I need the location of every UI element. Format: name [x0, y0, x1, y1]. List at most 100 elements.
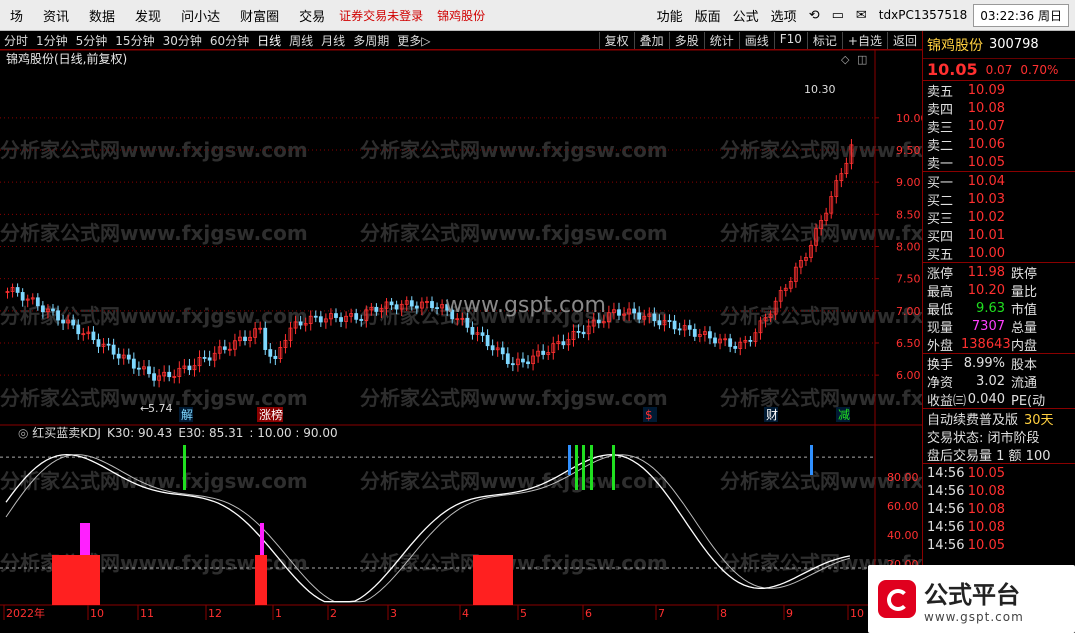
- candle-body: [748, 340, 753, 342]
- mail-icon[interactable]: ✉: [850, 8, 873, 23]
- row-value: 138643: [961, 336, 1011, 352]
- tab-monthly[interactable]: 月线: [317, 32, 349, 49]
- candle-body: [465, 317, 470, 328]
- restore-window-icon[interactable]: ◫: [857, 53, 867, 66]
- statistics-button[interactable]: 统计: [703, 31, 739, 49]
- candle-body: [61, 319, 65, 324]
- indicator-tick-label: 60.00: [887, 500, 919, 513]
- menu-item-market[interactable]: 场: [0, 6, 33, 25]
- indicator-title: ◎ 红买蓝卖KDJ K30: 90.43 E30: 85.31: 10.00 : 9…: [18, 425, 338, 440]
- login-warning[interactable]: 证券交易未登录: [339, 7, 423, 24]
- candle-body: [652, 313, 657, 322]
- candle-body: [435, 307, 439, 309]
- menu-item-news[interactable]: 资讯: [33, 6, 79, 25]
- menu-function[interactable]: 功能: [651, 6, 689, 25]
- stat-row: 换手 8.99% 股本: [923, 354, 1075, 373]
- candle-body: [56, 310, 60, 321]
- current-stock-link[interactable]: 锦鸡股份: [437, 7, 485, 24]
- menu-item-data[interactable]: 数据: [79, 6, 125, 25]
- refresh-icon[interactable]: ⟲: [803, 8, 826, 23]
- mark-button[interactable]: 标记: [806, 31, 842, 49]
- row-value: 3.02: [976, 373, 1005, 389]
- stats-block: 涨停 11.98 跌停 最高 10.20 量比 最低 9.63 市值 现量 7307 总量 外盘 1386…: [923, 263, 1075, 354]
- draw-line-button[interactable]: 画线: [738, 31, 774, 49]
- x-tick-label: 3: [390, 607, 397, 620]
- sell-signal-block: [80, 523, 90, 555]
- tick-time: 14:56: [927, 483, 965, 499]
- candle-body: [708, 331, 712, 339]
- stock-header: 锦鸡股份 300798: [923, 31, 1075, 59]
- candle-body: [35, 297, 40, 307]
- x-tick-label: 6: [585, 607, 592, 620]
- tab-more[interactable]: 更多▷: [393, 32, 434, 49]
- menu-layout[interactable]: 版面: [689, 6, 727, 25]
- after-hours-text: 盘后交易量 1 额 100: [927, 448, 1051, 464]
- price-tick-label: 8.50: [896, 208, 921, 221]
- row-label: 现量: [927, 320, 954, 336]
- multi-stock-button[interactable]: 多股: [668, 31, 704, 49]
- tab-weekly[interactable]: 周线: [285, 32, 317, 49]
- candle-body: [147, 366, 151, 375]
- tick-time: 14:56: [927, 501, 965, 517]
- stat-row: 最低 9.63 市值: [923, 299, 1075, 318]
- menu-item-discover[interactable]: 发现: [125, 6, 171, 25]
- logo-mark-icon: [878, 580, 916, 618]
- kline-chart-svg[interactable]: 分析家公式网www.fxjgsw.com 分析家公式网www.fxjgsw.com…: [0, 49, 1028, 633]
- tab-5min[interactable]: 5分钟: [72, 32, 112, 49]
- f10-button[interactable]: F10: [773, 31, 807, 49]
- menu-options[interactable]: 选项: [765, 6, 803, 25]
- menu-item-ask[interactable]: 问小达: [171, 6, 230, 25]
- logo-name: 公式平台: [924, 580, 1020, 609]
- candle-body: [76, 324, 81, 335]
- tab-1min[interactable]: 1分钟: [32, 32, 72, 49]
- stat-row: 收益㈢ 0.040 PE(动: [923, 390, 1075, 409]
- candle-body: [687, 325, 692, 330]
- x-tick-label: 7: [658, 607, 665, 620]
- candle-body: [561, 341, 566, 346]
- tab-fenshi[interactable]: 分时: [0, 32, 32, 49]
- tab-15min[interactable]: 15分钟: [111, 32, 158, 49]
- candle-body: [672, 320, 677, 330]
- message-icon[interactable]: ▭: [826, 8, 850, 23]
- tab-60min[interactable]: 60分钟: [206, 32, 253, 49]
- row-label: 卖三: [927, 120, 954, 136]
- candle-body: [596, 319, 601, 324]
- candles: [5, 139, 854, 388]
- restore-rights-button[interactable]: 复权: [598, 31, 634, 49]
- gspt-logo: 公式平台 www.gspt.com: [868, 565, 1075, 633]
- tick-list: 14:56 10.05 14:56 10.08 14:56 10.08 14:56 10.08…: [923, 464, 1075, 554]
- candle-body: [692, 328, 697, 337]
- row-value: 10.03: [967, 191, 1005, 207]
- tab-30min[interactable]: 30分钟: [159, 32, 206, 49]
- signal-bar: [183, 445, 186, 490]
- menu-item-wealth[interactable]: 财富圈: [230, 6, 289, 25]
- candle-body: [268, 349, 273, 357]
- candle-body: [313, 315, 318, 318]
- back-button[interactable]: 返回: [886, 31, 922, 49]
- notice-after-hours: 盘后交易量 1 额 100: [923, 445, 1075, 464]
- diamond-icon[interactable]: ◇: [841, 53, 850, 66]
- stat-row: 涨停 11.98 跌停: [923, 263, 1075, 282]
- row-value: 10.09: [967, 82, 1005, 98]
- overlay-button[interactable]: 叠加: [633, 31, 669, 49]
- tab-daily[interactable]: 日线: [253, 32, 285, 49]
- x-axis: 2022年 10 11 12 1 2 3 4 5 6 7 8 9 10: [3, 605, 864, 620]
- signal-bar: [590, 445, 593, 490]
- add-watchlist-button[interactable]: +自选: [841, 31, 887, 49]
- notice-subscription[interactable]: 自动续费普及版 30天: [923, 409, 1075, 428]
- candle-body: [374, 306, 379, 312]
- price-tick-label: 6.00: [896, 369, 921, 382]
- chart-area[interactable]: 分析家公式网www.fxjgsw.com 分析家公式网www.fxjgsw.com…: [0, 49, 1028, 633]
- ask-row: 卖四 10.08: [923, 99, 1075, 118]
- menu-formula[interactable]: 公式: [727, 6, 765, 25]
- menu-item-trade[interactable]: 交易: [289, 6, 335, 25]
- indicator-k-value: K30: 90.43: [107, 426, 172, 440]
- row-right-label: 股本: [1011, 357, 1038, 373]
- tick-row: 14:56 10.05: [923, 536, 1075, 554]
- clock: 03:22:36 周日: [973, 3, 1069, 27]
- row-value: 10.08: [967, 100, 1005, 116]
- ask-row: 卖五 10.09: [923, 81, 1075, 100]
- candle-body: [657, 320, 662, 326]
- candle-body: [106, 343, 111, 346]
- tab-multi-period[interactable]: 多周期: [349, 32, 393, 49]
